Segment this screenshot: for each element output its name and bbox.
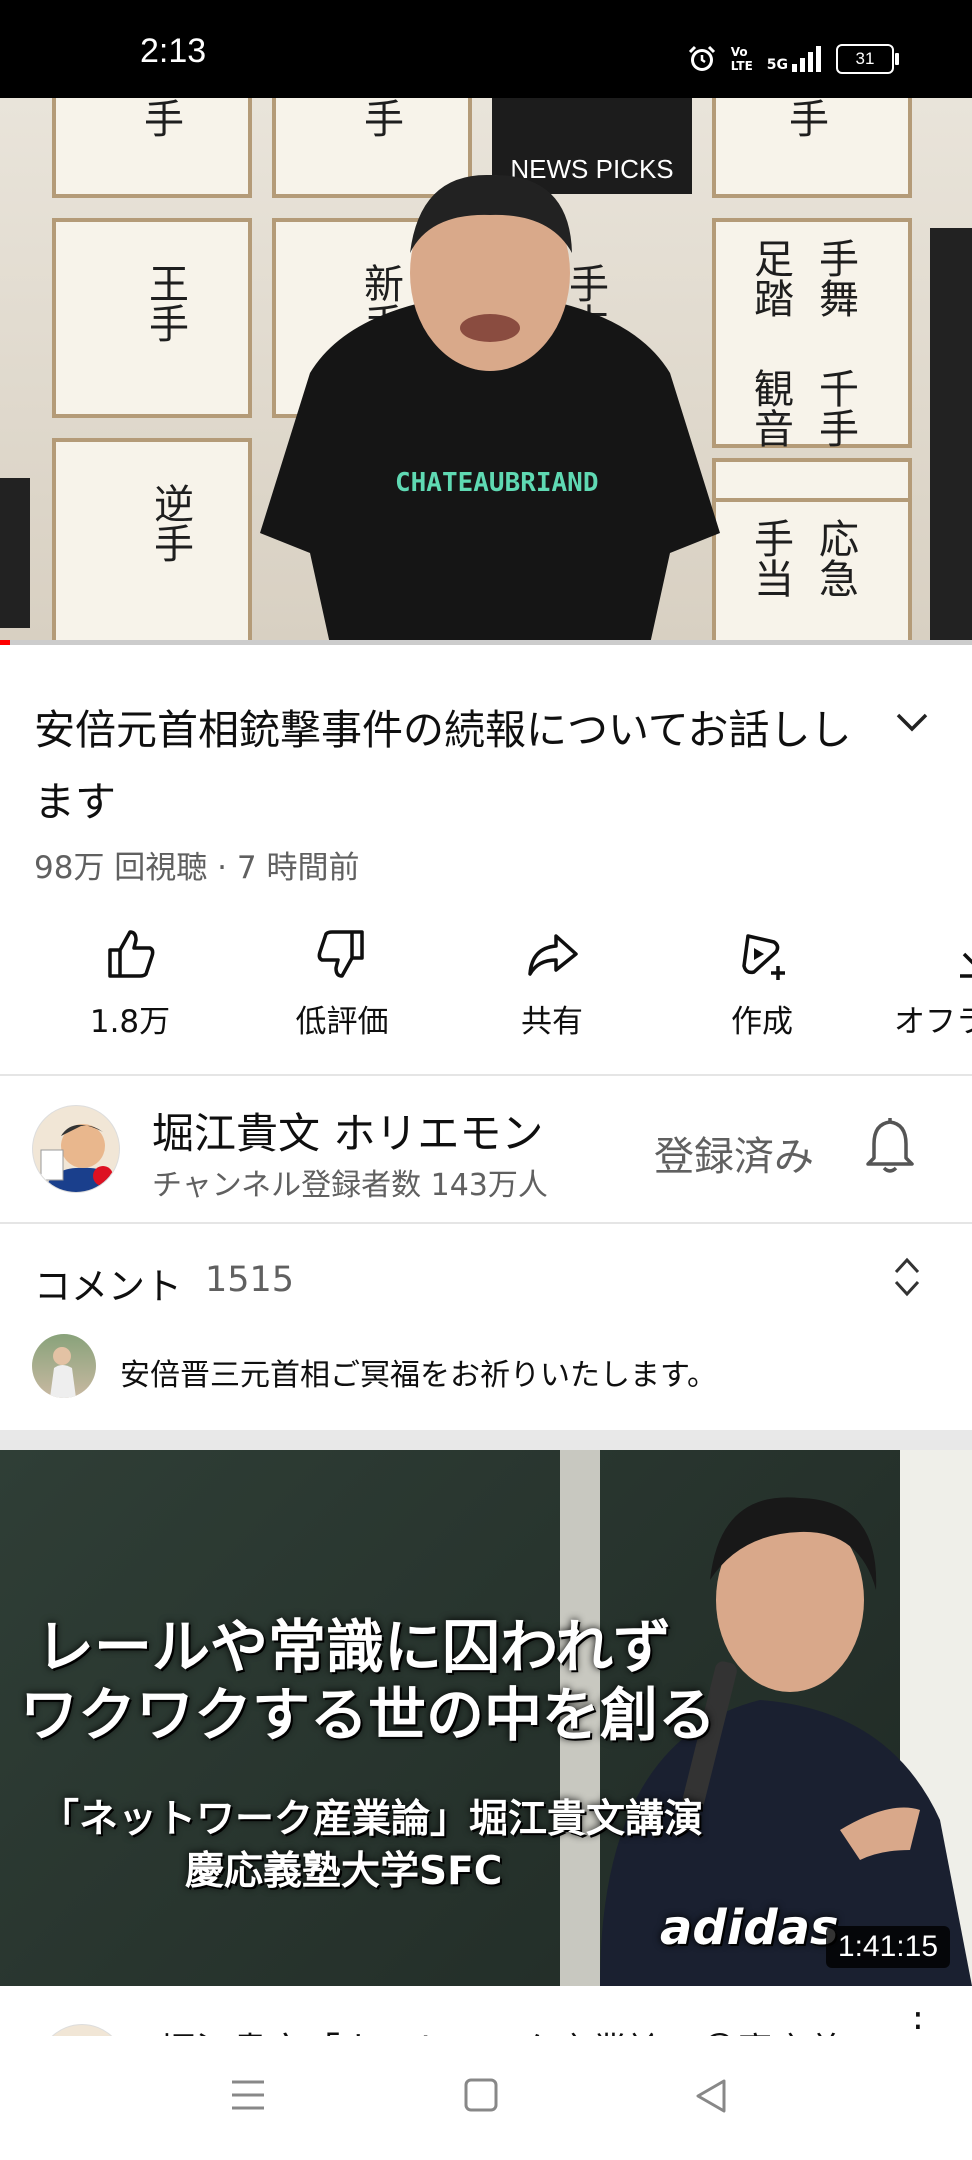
- kanji-sign: 足踏: [747, 238, 793, 318]
- video-title-block[interactable]: 安倍元首相銃撃事件の続報についてお話しします: [34, 694, 854, 838]
- thumbnail-subtitle-2: 慶応義塾大学SFC: [185, 1849, 503, 1894]
- comments-count: 1515: [205, 1260, 295, 1300]
- divider: [0, 1222, 972, 1224]
- action-bar: 1.8万 低評価 共有 作成 オフラ: [0, 926, 972, 1046]
- battery-icon: 31: [836, 44, 899, 74]
- like-icon: [108, 930, 155, 978]
- video-meta: 98万 回視聴 · 7 時間前: [34, 850, 360, 886]
- thumbnail-subtitle-1: 「ネットワーク産業論」堀江貴文講演: [40, 1797, 704, 1842]
- commenter-avatar: [32, 1334, 96, 1398]
- video-progress-fill: [0, 640, 10, 645]
- dislike-label: 低評価: [295, 1004, 389, 1040]
- thumbnail-headline-2: ワクワクする世の中を創る: [20, 1681, 717, 1749]
- download-icon: [960, 952, 972, 978]
- create-button[interactable]: 作成: [662, 926, 862, 1041]
- volte-label: Vo LTE: [730, 45, 753, 73]
- channel-avatar[interactable]: [32, 1105, 120, 1193]
- next-video-channel-avatar[interactable]: [38, 2024, 126, 2036]
- expand-collapse-icon[interactable]: [892, 1254, 922, 1300]
- video-title: 安倍元首相銃撃事件の続報についてお話しします: [34, 706, 852, 826]
- system-nav-bar: [0, 2036, 972, 2160]
- next-video-title: 堀江貴文「ネットワーク産業論」＠慶応義: [160, 2022, 844, 2036]
- presenter-figure: [260, 174, 720, 644]
- kanji-sign: 手当: [747, 518, 793, 598]
- share-button[interactable]: 共有: [452, 926, 652, 1041]
- divider: [0, 1074, 972, 1076]
- kanji-sign: 手: [137, 98, 183, 138]
- channel-subscriber-count: チャンネル登録者数 143万人: [152, 1168, 548, 1203]
- kanji-sign: 千手: [812, 368, 858, 448]
- video-progress-bar[interactable]: [0, 640, 972, 645]
- next-video-thumbnail[interactable]: レールや常識に囚われず ワクワクする世の中を創る 「ネットワーク産業論」堀江貴文…: [0, 1450, 972, 1986]
- subscribed-button[interactable]: 登録済み: [654, 1124, 814, 1182]
- chevron-down-icon[interactable]: [892, 702, 932, 742]
- video-duration-badge: 1:41:15: [825, 1926, 950, 1968]
- kanji-sign: 王手: [142, 263, 188, 343]
- like-count: 1.8万: [89, 1004, 171, 1040]
- status-icons: Vo LTE 5G 31: [687, 44, 899, 74]
- share-label: 共有: [521, 1004, 583, 1040]
- channel-name[interactable]: 堀江貴文 ホリエモン: [152, 1100, 543, 1161]
- download-button[interactable]: オフラ: [870, 926, 972, 1041]
- side-panel: [0, 478, 30, 628]
- kanji-sign: 手: [782, 98, 828, 138]
- signal-icon: [792, 46, 821, 72]
- home-icon[interactable]: [464, 2078, 498, 2112]
- kanji-sign: 手舞: [812, 238, 858, 318]
- kanji-sign: 観音: [747, 368, 793, 448]
- create-icon: [742, 934, 785, 980]
- create-label: 作成: [731, 1004, 793, 1040]
- kanji-sign: 手: [357, 98, 403, 138]
- share-icon: [528, 934, 578, 976]
- network-label: 5G: [766, 57, 788, 73]
- next-video-info-row[interactable]: 堀江貴文「ネットワーク産業論」＠慶応義 ⋮: [0, 1986, 972, 2036]
- more-options-icon[interactable]: ⋮: [900, 2006, 936, 2036]
- kanji-sign: 逆手: [147, 483, 193, 563]
- alarm-icon: [688, 45, 715, 71]
- status-bar: 2:13 Vo LTE 5G 31: [0, 0, 972, 98]
- menu-icon[interactable]: [230, 2078, 266, 2112]
- back-icon[interactable]: [694, 2078, 728, 2114]
- shirt-text: CHATEAUBRIAND: [395, 468, 599, 498]
- status-time: 2:13: [140, 32, 207, 70]
- bell-icon[interactable]: [862, 1116, 918, 1176]
- network-indicator: 5G: [767, 46, 822, 72]
- like-button[interactable]: 1.8万: [30, 926, 230, 1041]
- shirt-logo-text: adidas: [660, 1900, 839, 1956]
- dislike-button[interactable]: 低評価: [242, 926, 442, 1041]
- top-comment-text: 安倍晋三元首相ご冥福をお祈りいたします。: [120, 1358, 717, 1393]
- side-panel: [930, 228, 972, 644]
- kanji-sign: 応急: [812, 518, 858, 598]
- video-player[interactable]: NEWS PICKS 手 手 手 王手 新手 手本 足踏 手舞 観音 千手 逆手…: [0, 98, 972, 644]
- dislike-icon: [317, 930, 364, 978]
- download-label: オフラ: [894, 1004, 972, 1040]
- comments-label: コメント: [34, 1265, 182, 1308]
- section-gap: [0, 1430, 972, 1450]
